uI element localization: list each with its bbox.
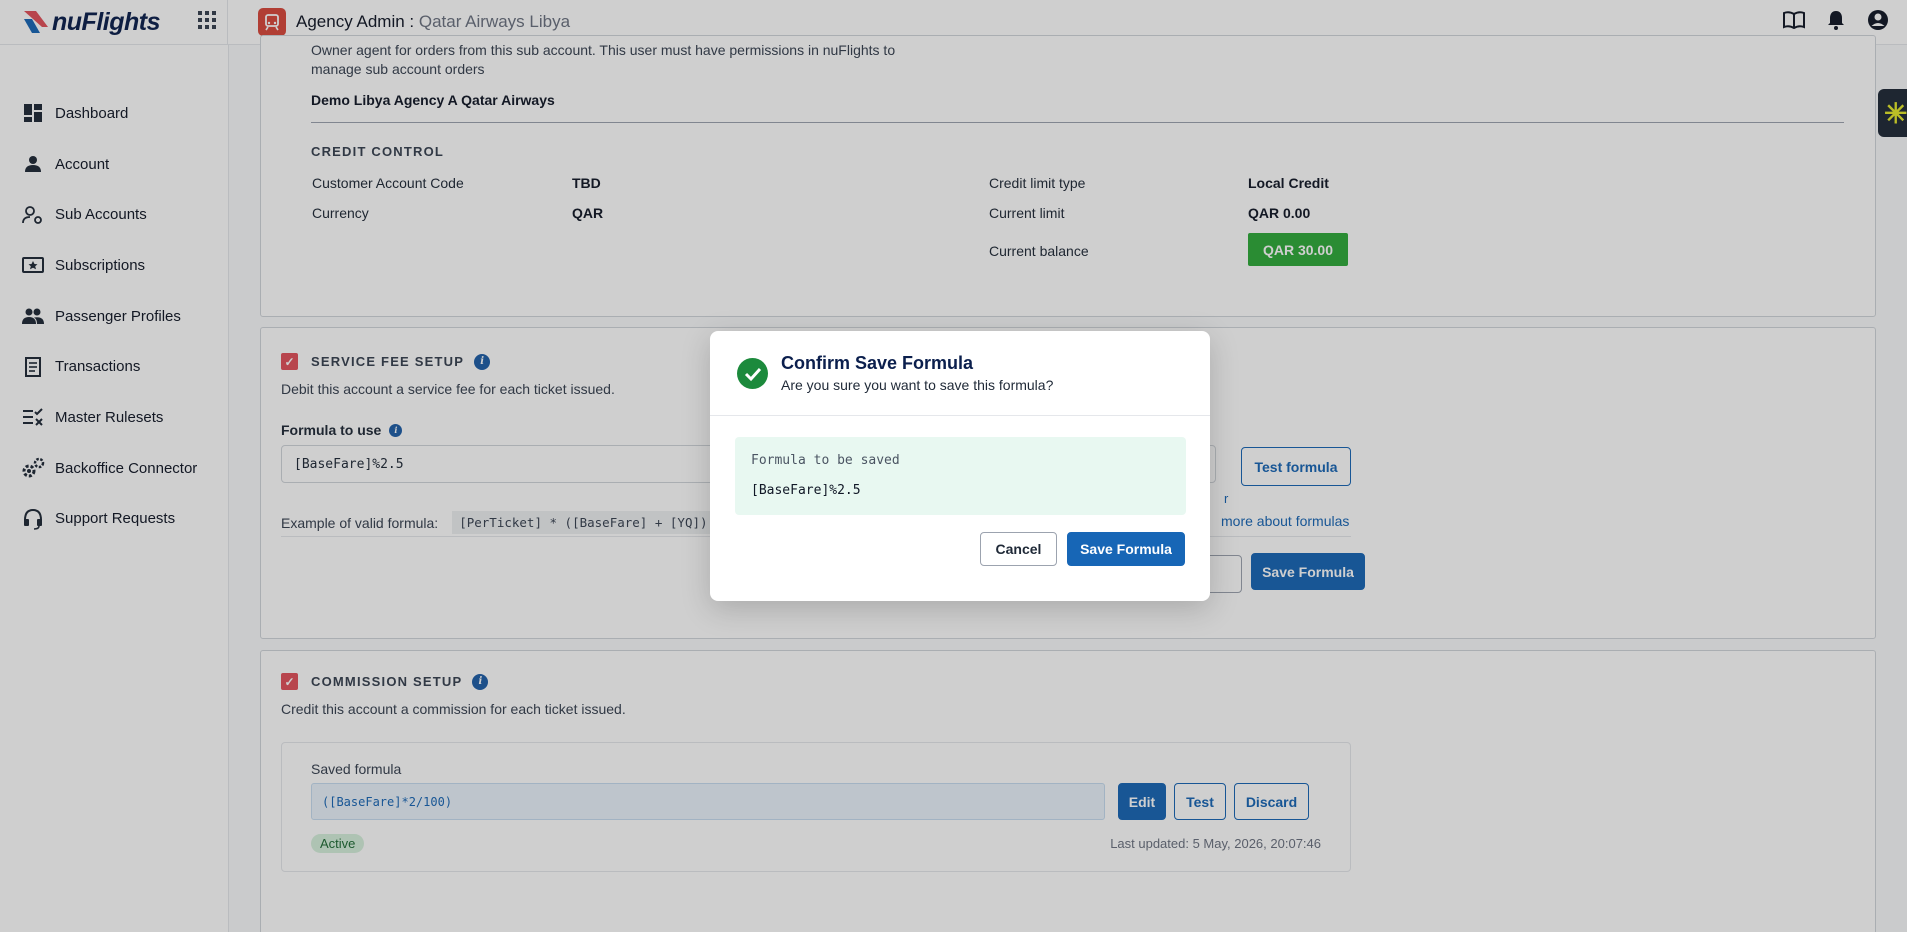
formula-value: [BaseFare]%2.5: [751, 483, 861, 498]
confirm-save-formula-button[interactable]: Save Formula: [1067, 532, 1185, 566]
formula-caption: Formula to be saved: [751, 453, 900, 468]
modal-subtitle: Are you sure you want to save this formu…: [781, 377, 1054, 393]
success-check-icon: [737, 358, 768, 389]
formula-preview: Formula to be saved [BaseFare]%2.5: [735, 437, 1186, 515]
confirm-save-formula-dialog: Confirm Save Formula Are you sure you wa…: [710, 331, 1210, 601]
modal-title: Confirm Save Formula: [781, 353, 974, 373]
cancel-button[interactable]: Cancel: [980, 532, 1057, 566]
modal-header: Confirm Save Formula Are you sure you wa…: [710, 331, 1210, 416]
